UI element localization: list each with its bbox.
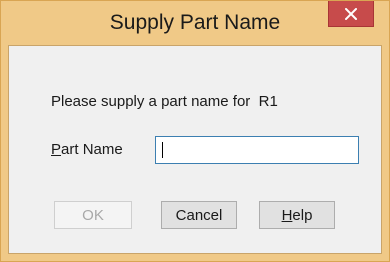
dialog-window: Supply Part Name Please supply a part na… — [0, 0, 390, 262]
dialog-body: Please supply a part name for R1 Part Na… — [8, 45, 382, 254]
cancel-button[interactable]: Cancel — [161, 201, 237, 229]
help-button-label-rest: elp — [292, 206, 313, 224]
text-caret — [162, 142, 163, 158]
help-button[interactable]: Help — [259, 201, 335, 229]
part-name-label-rest: art Name — [61, 141, 123, 158]
close-icon — [345, 7, 357, 20]
prompt-text: Please supply a part name for R1 — [51, 93, 278, 110]
part-name-label-mnemonic: P — [51, 141, 62, 158]
help-button-mnemonic: H — [281, 206, 293, 224]
part-name-label: Part Name — [51, 141, 123, 158]
title-bar[interactable]: Supply Part Name — [1, 1, 389, 45]
close-button[interactable] — [328, 1, 374, 27]
ok-button[interactable]: OK — [54, 201, 132, 229]
part-name-input[interactable] — [155, 136, 359, 164]
